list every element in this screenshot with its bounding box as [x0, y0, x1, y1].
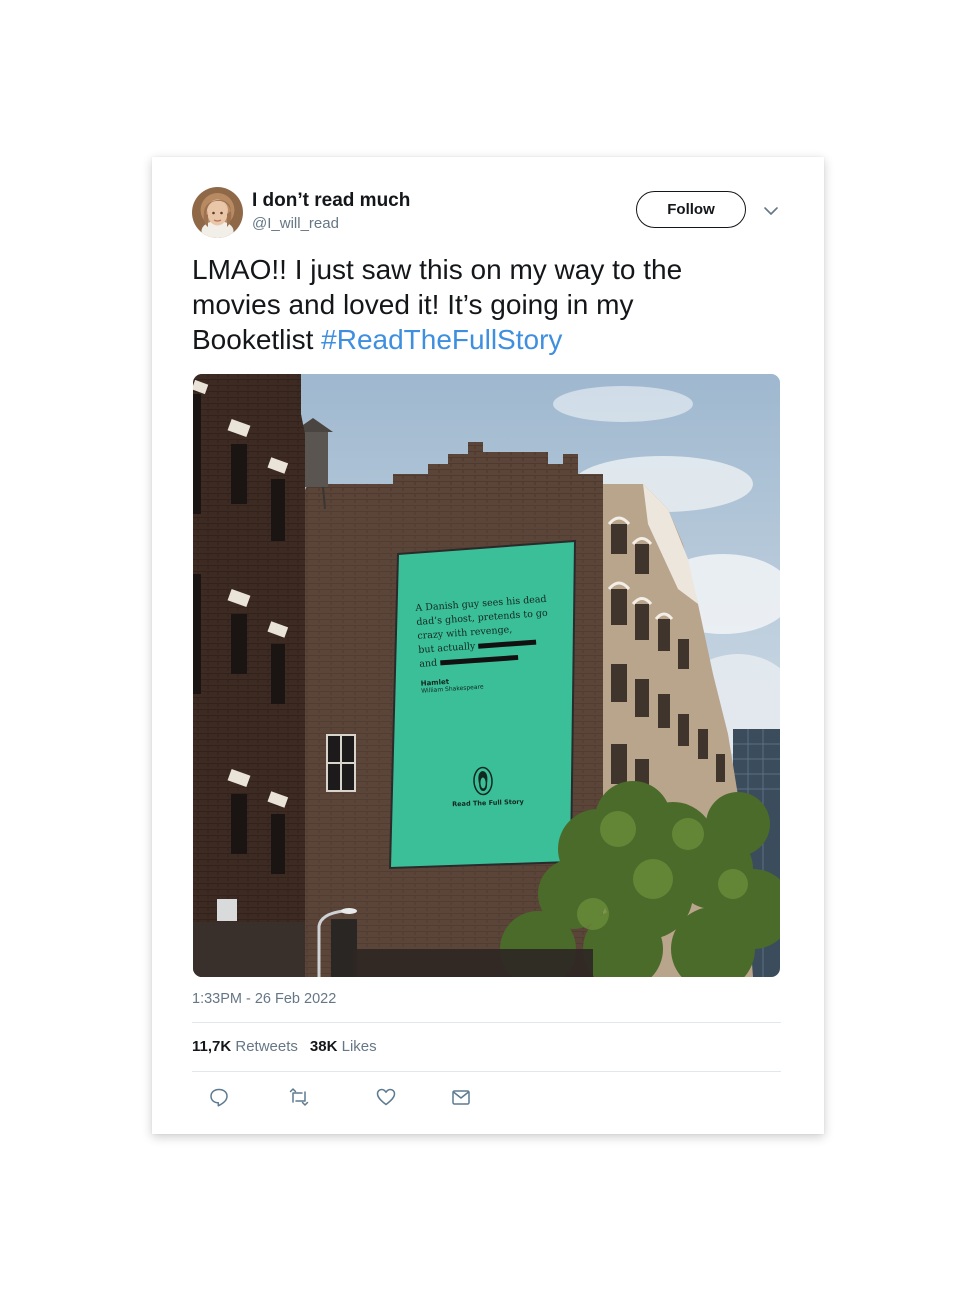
likes-stat[interactable]: 38K Likes [310, 1038, 377, 1055]
chevron-down-icon[interactable] [763, 205, 779, 217]
retweets-count: 11,7K [192, 1038, 232, 1055]
tweet-timestamp[interactable]: 1:33PM - 26 Feb 2022 [192, 991, 336, 1007]
avatar[interactable] [192, 187, 243, 238]
tweet-text: LMAO!! I just saw this on my way to the … [192, 252, 752, 357]
redaction-bar [440, 654, 519, 666]
reply-icon[interactable] [208, 1086, 230, 1108]
retweet-icon[interactable] [288, 1086, 310, 1108]
like-icon[interactable] [375, 1086, 397, 1108]
dm-icon[interactable] [450, 1086, 472, 1108]
billboard-copy: A Danish guy sees his dead dad’s ghost, … [415, 592, 561, 695]
tweet-image[interactable]: A Danish guy sees his dead dad’s ghost, … [193, 374, 780, 977]
retweets-label: Retweets [235, 1038, 298, 1055]
divider [192, 1022, 781, 1023]
divider [192, 1071, 781, 1072]
likes-label: Likes [341, 1038, 377, 1055]
tweet-card: I don’t read much @I_will_read Follow LM… [152, 157, 824, 1134]
likes-count: 38K [309, 1038, 338, 1055]
tweet-actions [208, 1086, 478, 1108]
redaction-bar [478, 639, 537, 649]
follow-button[interactable]: Follow [636, 191, 746, 228]
billboard [388, 539, 577, 870]
display-name[interactable]: I don’t read much [252, 190, 410, 212]
tweet-stats: 11,7K Retweets 38K Likes [192, 1038, 377, 1055]
hashtag-link[interactable]: #ReadTheFullStory [321, 324, 562, 355]
retweets-stat[interactable]: 11,7K Retweets [192, 1038, 298, 1055]
penguin-logo [471, 766, 494, 797]
user-handle[interactable]: @I_will_read [252, 215, 339, 232]
